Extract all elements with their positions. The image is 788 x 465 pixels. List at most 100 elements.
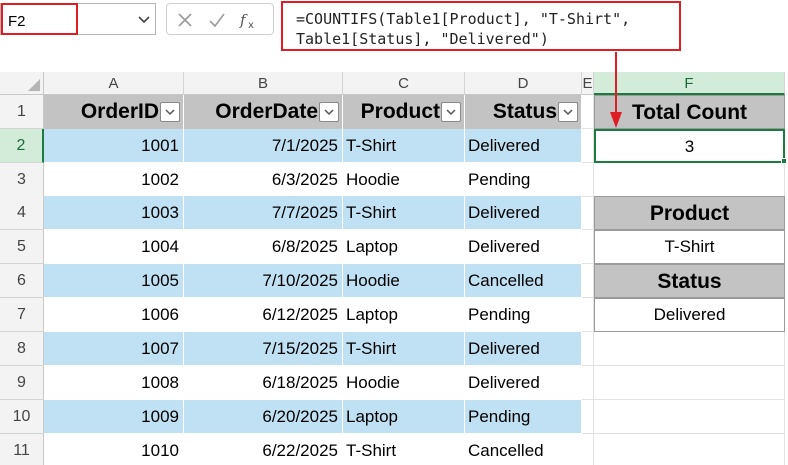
table-cell[interactable]: 1007 (44, 332, 184, 366)
grid-cell[interactable] (582, 366, 594, 400)
column-header-e[interactable]: E (582, 72, 594, 95)
column-header-d[interactable]: D (465, 72, 582, 95)
chevron-down-icon[interactable] (137, 12, 151, 26)
row-header-9[interactable]: 9 (0, 366, 44, 400)
table-cell[interactable]: 6/20/2025 (184, 400, 343, 434)
grid-cell[interactable] (582, 230, 594, 264)
row-header-11[interactable]: 11 (0, 434, 44, 465)
table-cell[interactable]: Hoodie (343, 264, 465, 298)
table-cell[interactable]: T-Shirt (343, 332, 465, 366)
column-header-a[interactable]: A (44, 72, 184, 95)
table-header-orderid[interactable]: OrderID (44, 95, 184, 129)
grid-cell[interactable] (594, 332, 785, 366)
table-cell[interactable]: 1006 (44, 298, 184, 332)
row-header-10[interactable]: 10 (0, 400, 44, 434)
table-header-label: Product (360, 100, 440, 123)
table-header-label: OrderID (80, 100, 159, 123)
product-criteria-value[interactable]: T-Shirt (594, 230, 785, 264)
grid-cell[interactable] (594, 366, 785, 400)
table-header-label: Status (492, 100, 557, 123)
filter-dropdown-icon[interactable] (319, 102, 339, 122)
grid-cell[interactable] (582, 264, 594, 298)
table-cell[interactable]: 1004 (44, 230, 184, 264)
table-cell[interactable]: Pending (465, 163, 582, 197)
grid-cell[interactable] (594, 163, 785, 197)
annotation-arrow-icon (610, 52, 622, 128)
column-header-c[interactable]: C (343, 72, 465, 95)
table-header-orderdate[interactable]: OrderDate (184, 95, 343, 129)
row-header-3[interactable]: 3 (0, 163, 44, 197)
filter-dropdown-icon[interactable] (441, 102, 461, 122)
row-header-4[interactable]: 4 (0, 196, 44, 230)
table-cell[interactable]: Cancelled (465, 264, 582, 298)
table-cell[interactable]: 7/1/2025 (184, 129, 343, 163)
table-cell[interactable]: Hoodie (343, 366, 465, 400)
grid-cell[interactable] (582, 196, 594, 230)
table-cell[interactable]: 1005 (44, 264, 184, 298)
table-cell[interactable]: 1010 (44, 434, 184, 465)
table-cell[interactable]: Laptop (343, 230, 465, 264)
table-cell[interactable]: Delivered (465, 366, 582, 400)
grid-cell[interactable] (582, 95, 594, 129)
table-cell[interactable]: Laptop (343, 298, 465, 332)
grid-cell[interactable] (582, 400, 594, 434)
table-cell[interactable]: Delivered (465, 129, 582, 163)
table-cell[interactable]: T-Shirt (343, 129, 465, 163)
table-cell[interactable]: Delivered (465, 196, 582, 230)
table-cell[interactable]: Cancelled (465, 434, 582, 465)
table-cell[interactable]: Delivered (465, 332, 582, 366)
row-header-7[interactable]: 7 (0, 298, 44, 332)
status-criteria-value[interactable]: Delivered (594, 298, 785, 332)
check-icon[interactable] (207, 10, 227, 30)
table-cell[interactable]: 1009 (44, 400, 184, 434)
row-header-6[interactable]: 6 (0, 264, 44, 298)
table-cell[interactable]: Pending (465, 400, 582, 434)
row-header-8[interactable]: 8 (0, 332, 44, 366)
grid-cell[interactable] (582, 163, 594, 197)
table-cell[interactable]: 1001 (44, 129, 184, 163)
table-cell[interactable]: 1002 (44, 163, 184, 197)
table-cell[interactable]: Laptop (343, 400, 465, 434)
table-cell[interactable]: 7/10/2025 (184, 264, 343, 298)
grid-cell[interactable] (582, 434, 594, 465)
table-cell[interactable]: T-Shirt (343, 196, 465, 230)
fill-handle[interactable] (781, 158, 787, 164)
status-criteria-header[interactable]: Status (594, 264, 785, 298)
svg-text:x: x (248, 20, 254, 30)
table-cell[interactable]: 6/3/2025 (184, 163, 343, 197)
table-header-status[interactable]: Status (465, 95, 582, 129)
table-cell[interactable]: 6/12/2025 (184, 298, 343, 332)
table-cell[interactable]: 6/18/2025 (184, 366, 343, 400)
formula-buttons: f x (166, 3, 274, 35)
formula-line-2: Table1[Status], "Delivered") (296, 30, 549, 48)
table-cell[interactable]: T-Shirt (343, 434, 465, 465)
table-cell[interactable]: 1008 (44, 366, 184, 400)
grid-cell[interactable] (594, 434, 785, 465)
table-cell[interactable]: 7/15/2025 (184, 332, 343, 366)
product-criteria-header[interactable]: Product (594, 196, 785, 230)
select-all-corner[interactable] (0, 72, 44, 95)
table-cell[interactable]: 6/22/2025 (184, 434, 343, 465)
grid-cell[interactable] (582, 298, 594, 332)
formula-input[interactable]: =COUNTIFS(Table1[Product], "T-Shirt", Ta… (281, 1, 681, 51)
table-cell[interactable]: 6/8/2025 (184, 230, 343, 264)
row-header-2[interactable]: 2 (0, 129, 44, 163)
column-header-b[interactable]: B (184, 72, 343, 95)
grid-cell[interactable] (582, 332, 594, 366)
row-header-5[interactable]: 5 (0, 230, 44, 264)
fx-icon[interactable]: f x (239, 10, 259, 30)
total-count-value[interactable]: 3 (594, 129, 785, 163)
svg-text:f: f (239, 11, 248, 29)
table-cell[interactable]: Delivered (465, 230, 582, 264)
table-cell[interactable]: Hoodie (343, 163, 465, 197)
grid-cell[interactable] (582, 129, 594, 163)
table-cell[interactable]: Pending (465, 298, 582, 332)
grid-cell[interactable] (594, 400, 785, 434)
table-cell[interactable]: 7/7/2025 (184, 196, 343, 230)
filter-dropdown-icon[interactable] (160, 102, 180, 122)
table-header-product[interactable]: Product (343, 95, 465, 129)
filter-dropdown-icon[interactable] (558, 102, 578, 122)
row-header-1[interactable]: 1 (0, 95, 44, 129)
table-cell[interactable]: 1003 (44, 196, 184, 230)
cancel-icon[interactable] (175, 10, 195, 30)
